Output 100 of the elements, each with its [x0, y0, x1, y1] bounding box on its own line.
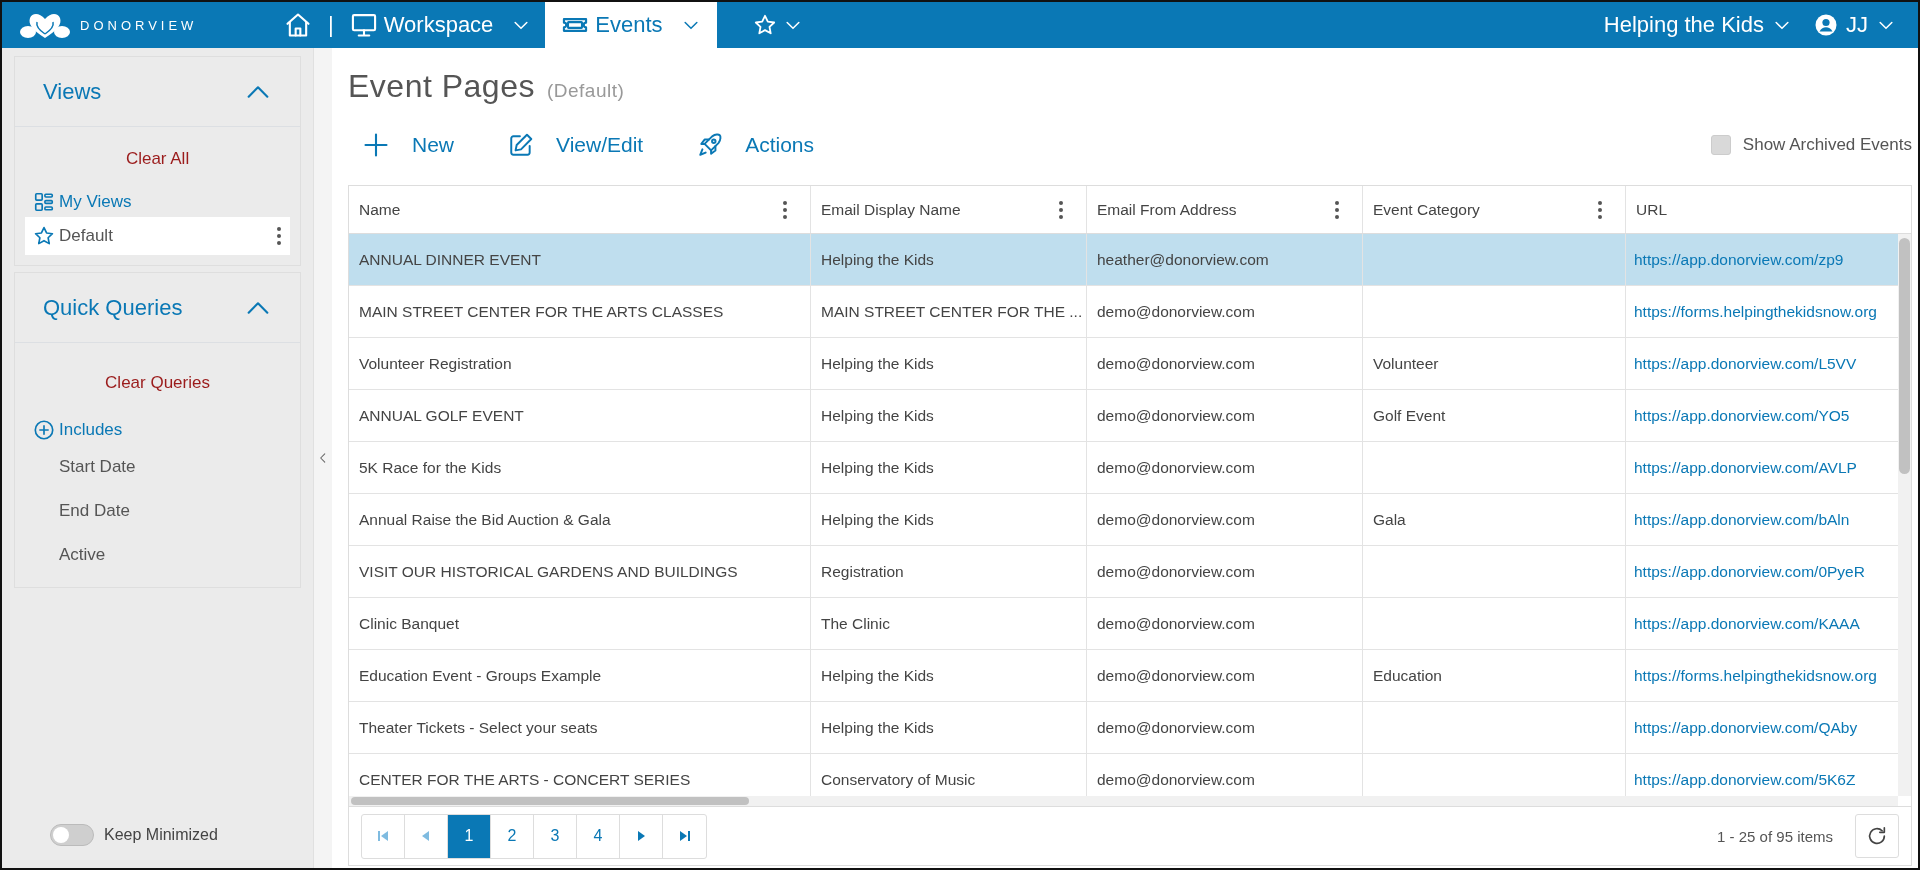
- star-icon: [752, 13, 777, 37]
- column-menu-icon[interactable]: [1058, 199, 1064, 220]
- separator: |: [328, 12, 334, 38]
- panel-header[interactable]: Views: [15, 57, 301, 127]
- previous-page-icon: [420, 830, 432, 842]
- table-cell: CENTER FOR THE ARTS - CONCERT SERIES: [359, 770, 691, 789]
- user-menu[interactable]: JJ: [1814, 2, 1918, 48]
- table-cell: demo@donorview.com: [1097, 562, 1255, 581]
- column-menu-icon[interactable]: [782, 199, 788, 220]
- actions-button[interactable]: Actions: [683, 132, 829, 158]
- user-icon: [1814, 13, 1838, 37]
- table-cell: Helping the Kids: [821, 354, 934, 373]
- table-cell: Helping the Kids: [821, 406, 934, 425]
- query-item[interactable]: Active: [25, 533, 291, 577]
- views-icon: [33, 191, 55, 213]
- column-header[interactable]: URL: [1626, 186, 1896, 233]
- url-link[interactable]: https://app.donorview.com/YO5: [1634, 406, 1850, 425]
- table-cell: VISIT OUR HISTORICAL GARDENS AND BUILDINGS: [359, 562, 738, 581]
- query-item[interactable]: Start Date: [25, 445, 291, 489]
- checkbox[interactable]: [1710, 135, 1731, 155]
- refresh-icon: [1866, 825, 1888, 847]
- clear-all-link[interactable]: Clear All: [25, 149, 291, 169]
- column-menu-icon[interactable]: [1597, 199, 1603, 220]
- new-button[interactable]: New: [348, 131, 468, 159]
- page-title: Event Pages: [348, 68, 535, 105]
- page-button[interactable]: 2: [491, 814, 534, 858]
- table-cell: Annual Raise the Bid Auction & Gala: [359, 510, 611, 529]
- panel-header[interactable]: Quick Queries: [15, 273, 301, 343]
- vertical-scrollbar[interactable]: [1898, 234, 1911, 796]
- logo-text: DONORVIEW: [80, 17, 198, 33]
- url-link[interactable]: https://app.donorview.com/AVLP: [1634, 458, 1857, 477]
- monitor-icon: [349, 11, 378, 39]
- table-cell: demo@donorview.com: [1097, 302, 1255, 321]
- column-menu-icon[interactable]: [1334, 199, 1340, 220]
- page-button[interactable]: 3: [534, 814, 577, 858]
- column-header[interactable]: Event Category: [1363, 186, 1626, 233]
- table-cell: demo@donorview.com: [1097, 614, 1255, 633]
- home-icon[interactable]: [284, 11, 312, 39]
- table-cell: Golf Event: [1373, 406, 1446, 425]
- table-cell: demo@donorview.com: [1097, 354, 1255, 373]
- page-button[interactable]: 4: [577, 814, 620, 858]
- url-link[interactable]: https://app.donorview.com/zp9: [1634, 250, 1844, 269]
- url-link[interactable]: https://app.donorview.com/L5VV: [1634, 354, 1857, 373]
- table-cell: Gala: [1373, 510, 1406, 529]
- table-cell: demo@donorview.com: [1097, 510, 1255, 529]
- url-link[interactable]: https://forms.helpingthekidsnow.org: [1634, 302, 1877, 321]
- view-edit-button[interactable]: View/Edit: [494, 132, 658, 158]
- table-cell: Education Event - Groups Example: [359, 666, 602, 685]
- table-cell: MAIN STREET CENTER FOR THE ...: [821, 302, 1083, 321]
- page-button[interactable]: 1: [448, 814, 491, 858]
- view-subtitle: (Default): [546, 80, 625, 102]
- table-cell: demo@donorview.com: [1097, 770, 1255, 789]
- nav-menu[interactable]: Workspace: [335, 2, 546, 48]
- table-cell: Education: [1373, 666, 1442, 685]
- star-icon: [33, 225, 55, 247]
- checkbox-label: Show Archived Events: [1742, 135, 1912, 155]
- table-cell: demo@donorview.com: [1097, 718, 1255, 737]
- url-link[interactable]: https://app.donorview.com/5K6Z: [1634, 770, 1856, 789]
- table-cell: Clinic Banquet: [359, 614, 459, 633]
- query-item[interactable]: End Date: [25, 489, 291, 533]
- table-cell: demo@donorview.com: [1097, 666, 1255, 685]
- url-link[interactable]: https://app.donorview.com/QAby: [1634, 718, 1858, 737]
- table-cell: heather@donorview.com: [1097, 250, 1269, 269]
- url-link[interactable]: https://app.donorview.com/0PyeR: [1634, 562, 1865, 581]
- refresh-button[interactable]: [1855, 814, 1899, 858]
- column-header[interactable]: Name: [349, 186, 811, 233]
- last-page-icon: [678, 830, 691, 842]
- edit-icon: [508, 132, 534, 158]
- table-cell: 5K Race for the Kids: [359, 458, 502, 477]
- table-cell: demo@donorview.com: [1097, 458, 1255, 477]
- next-page-icon: [635, 830, 647, 842]
- table-cell: Helping the Kids: [821, 250, 934, 269]
- rocket-icon: [697, 132, 724, 158]
- toggle-label: Keep Minimized: [104, 826, 218, 844]
- horizontal-scrollbar[interactable]: [349, 796, 1898, 806]
- table-cell: Helping the Kids: [821, 718, 934, 737]
- table-cell: Helping the Kids: [821, 510, 934, 529]
- table-cell: demo@donorview.com: [1097, 406, 1255, 425]
- my-views-link[interactable]: My Views: [25, 187, 291, 217]
- table-cell: ANNUAL DINNER EVENT: [359, 250, 541, 269]
- column-header[interactable]: Email From Address: [1087, 186, 1363, 233]
- toggle-switch[interactable]: [50, 824, 94, 846]
- url-link[interactable]: https://forms.helpingthekidsnow.org: [1634, 666, 1877, 685]
- includes-link[interactable]: Includes: [25, 415, 291, 445]
- url-link[interactable]: https://app.donorview.com/bAln: [1634, 510, 1850, 529]
- url-link[interactable]: https://app.donorview.com/KAAA: [1634, 614, 1860, 633]
- plus-icon: [362, 131, 390, 159]
- clear-queries-link[interactable]: Clear Queries: [25, 373, 291, 393]
- plus-circle-icon: [33, 419, 55, 441]
- table-cell: Registration: [821, 562, 904, 581]
- organization-menu[interactable]: Helping the Kids: [1581, 2, 1814, 48]
- first-page-icon: [377, 830, 389, 842]
- view-item[interactable]: Default: [25, 217, 291, 255]
- nav-tab[interactable]: Events: [545, 2, 717, 48]
- selected-row[interactable]: ANNUAL DINNER EVENT Helping the Kids heather@donorview.com https://app.donorview.com/zp9: [349, 234, 1898, 286]
- column-header[interactable]: Email Display Name: [811, 186, 1087, 233]
- table-cell: Helping the Kids: [821, 458, 934, 477]
- table-cell: ANNUAL GOLF EVENT: [359, 406, 524, 425]
- kebab-menu-icon[interactable]: [276, 226, 283, 246]
- table-cell: Volunteer: [1373, 354, 1439, 373]
